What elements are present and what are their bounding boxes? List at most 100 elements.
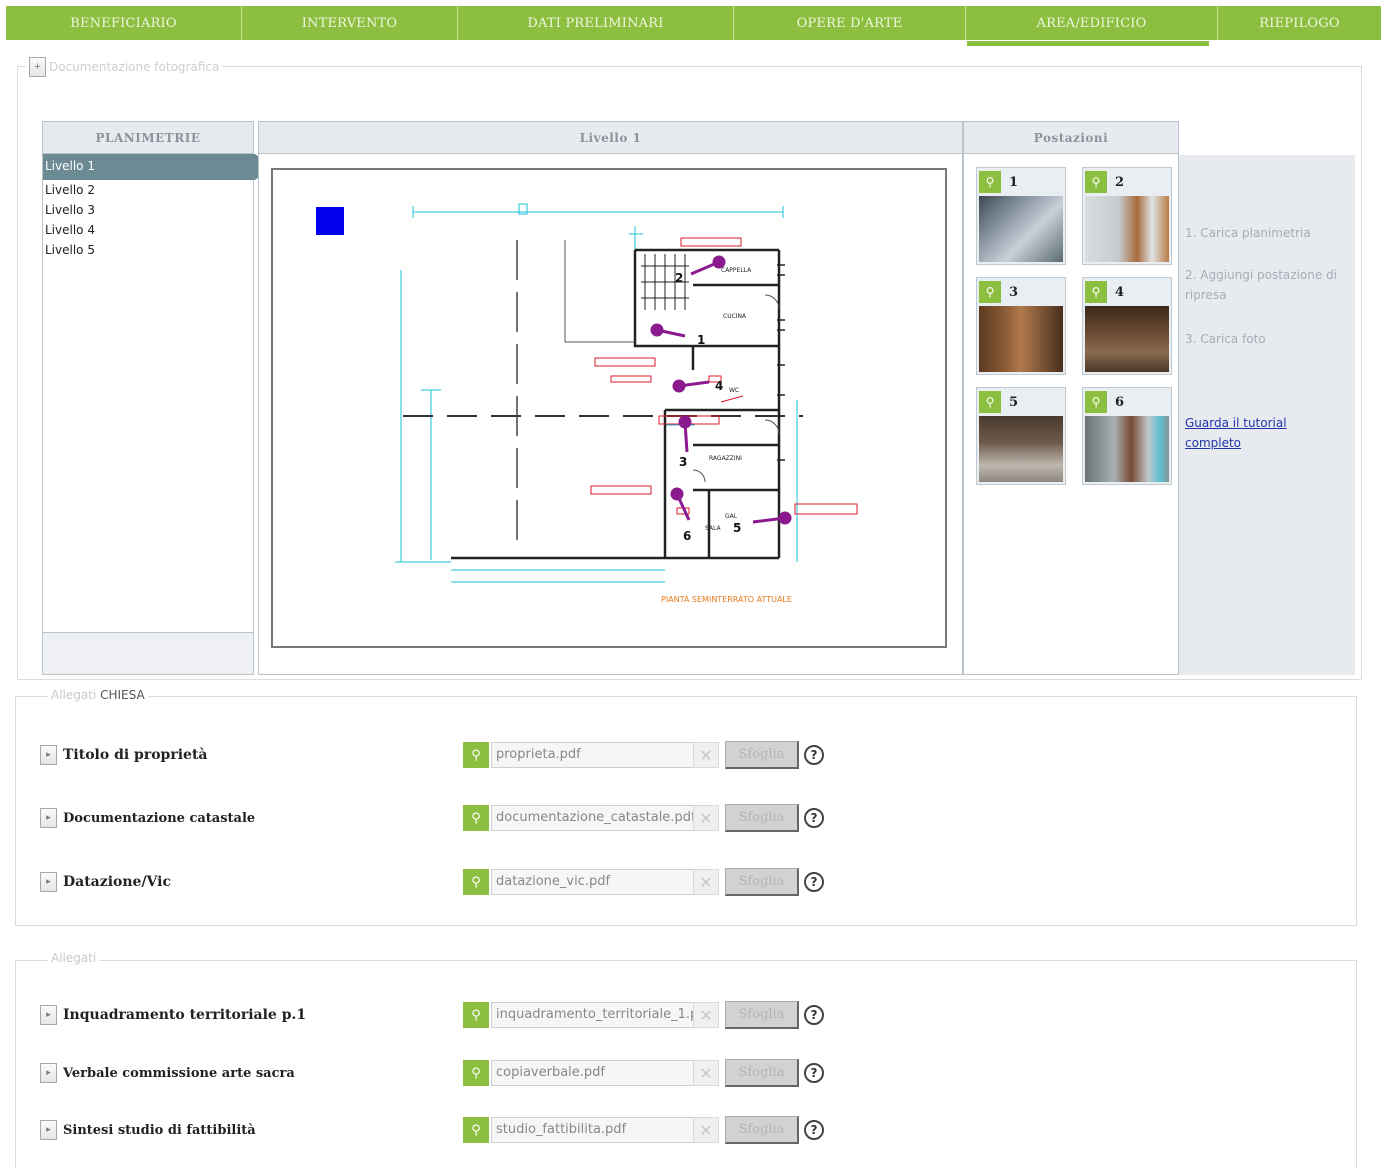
level-item[interactable]: Livello 1 — [43, 154, 272, 180]
expand-toggle-icon[interactable]: + — [29, 57, 46, 77]
browse-button[interactable]: Sfoglia — [725, 1116, 799, 1144]
zoom-icon[interactable]: ⚲ — [1085, 391, 1107, 413]
tab-dati-preliminari[interactable]: DATI PRELIMINARI — [458, 6, 734, 40]
attachment-label: Verbale commissione arte sacra — [63, 1065, 295, 1081]
tab-beneficiario[interactable]: BENEFICIARIO — [6, 6, 242, 40]
help-icon[interactable]: ? — [804, 1063, 824, 1083]
file-input[interactable]: datazione_vic.pdf — [491, 869, 719, 895]
room-label: CUCINA — [723, 313, 747, 320]
photo-documentation-legend: + Documentazione fotografica — [26, 56, 223, 78]
plans-footer — [43, 632, 253, 674]
positions-header: Postazioni — [964, 122, 1178, 154]
expand-arrow-icon[interactable]: ▸ — [40, 872, 57, 892]
view-file-icon[interactable]: ⚲ — [463, 1002, 489, 1028]
attachment-row: ▸ Titolo di proprietà — [40, 741, 207, 769]
expand-arrow-icon[interactable]: ▸ — [40, 808, 57, 828]
positions-panel: Postazioni ⚲ 1 ⚲ 2 ⚲ 3 ⚲ 4 ⚲ 5 ⚲ 6 — [963, 121, 1179, 675]
browse-button[interactable]: Sfoglia — [725, 741, 799, 769]
floor-plan-header: Livello 1 — [259, 122, 962, 154]
tutorial-link[interactable]: Guarda il tutorial completo — [1185, 413, 1315, 453]
clear-file-icon[interactable]: ✕ — [693, 742, 719, 768]
help-step-2: 2. Aggiungi postazione di ripresa — [1185, 268, 1338, 302]
browse-button[interactable]: Sfoglia — [725, 804, 799, 832]
help-icon[interactable]: ? — [804, 872, 824, 892]
attachment-row: ▸ Sintesi studio di fattibilità — [40, 1116, 256, 1144]
level-item[interactable]: Livello 2 — [43, 180, 253, 200]
help-icon[interactable]: ? — [804, 808, 824, 828]
floor-plan-drawing: CAPPELLA CUCINA WC RAGAZZINI GAL SALA 1 … — [395, 203, 858, 604]
plan-caption: PIANTA SEMINTERRATO ATTUALE — [661, 595, 792, 604]
level-item[interactable]: Livello 4 — [43, 220, 253, 240]
expand-arrow-icon[interactable]: ▸ — [40, 1063, 57, 1083]
help-step-3: 3. Carica foto — [1185, 332, 1266, 346]
marker-label: 5 — [733, 521, 741, 535]
help-icon[interactable]: ? — [804, 745, 824, 765]
position-photo — [1085, 416, 1169, 482]
tab-riepilogo[interactable]: RIEPILOGO — [1218, 6, 1381, 40]
view-file-icon[interactable]: ⚲ — [463, 869, 489, 895]
attachment-label: Titolo di proprietà — [63, 747, 208, 763]
expand-arrow-icon[interactable]: ▸ — [40, 1005, 57, 1025]
expand-arrow-icon[interactable]: ▸ — [40, 745, 57, 765]
zoom-icon[interactable]: ⚲ — [1085, 281, 1107, 303]
tab-intervento[interactable]: INTERVENTO — [242, 6, 458, 40]
view-file-icon[interactable]: ⚲ — [463, 742, 489, 768]
marker-label: 2 — [675, 271, 683, 285]
zoom-icon[interactable]: ⚲ — [979, 391, 1001, 413]
attachment-label: Datazione/Vic — [63, 874, 172, 890]
clear-file-icon[interactable]: ✕ — [693, 869, 719, 895]
browse-button[interactable]: Sfoglia — [725, 868, 799, 896]
zoom-icon[interactable]: ⚲ — [979, 171, 1001, 193]
view-file-icon[interactable]: ⚲ — [463, 1117, 489, 1143]
browse-button[interactable]: Sfoglia — [725, 1059, 799, 1087]
file-input[interactable]: inquadramento_territoriale_1.pdf — [491, 1002, 719, 1028]
position-thumbnail[interactable]: ⚲ 2 — [1082, 167, 1172, 265]
zoom-icon[interactable]: ⚲ — [1085, 171, 1107, 193]
file-input[interactable]: studio_fattibilita.pdf — [491, 1117, 719, 1143]
attachment-row: ▸ Inquadramento territoriale p.1 — [40, 1001, 306, 1029]
file-input[interactable]: proprieta.pdf — [491, 742, 719, 768]
room-label: SALA — [705, 525, 722, 532]
plans-panel: PLANIMETRIE Livello 1 Livello 2 Livello … — [42, 121, 272, 675]
zoom-icon[interactable]: ⚲ — [979, 281, 1001, 303]
position-thumbnail[interactable]: ⚲ 4 — [1082, 277, 1172, 375]
view-file-icon[interactable]: ⚲ — [463, 1060, 489, 1086]
browse-button[interactable]: Sfoglia — [725, 1001, 799, 1029]
help-icon[interactable]: ? — [804, 1120, 824, 1140]
position-thumbnail[interactable]: ⚲ 6 — [1082, 387, 1172, 485]
view-file-icon[interactable]: ⚲ — [463, 805, 489, 831]
position-thumbnail[interactable]: ⚲ 5 — [976, 387, 1066, 485]
top-navigation: BENEFICIARIO INTERVENTO DATI PRELIMINARI… — [6, 6, 1381, 40]
photo-documentation-title: Documentazione fotografica — [49, 60, 220, 74]
attachment-row: ▸ Verbale commissione arte sacra — [40, 1059, 295, 1087]
levels-list: Livello 1 Livello 2 Livello 3 Livello 4 … — [43, 154, 272, 260]
marker-label: 6 — [683, 529, 691, 543]
room-label: GAL — [725, 513, 738, 520]
level-item[interactable]: Livello 3 — [43, 200, 253, 220]
file-input[interactable]: copiaverbale.pdf — [491, 1060, 719, 1086]
position-photo — [979, 416, 1063, 482]
attachment-row: ▸ Documentazione catastale — [40, 804, 255, 832]
level-item[interactable]: Livello 5 — [43, 240, 253, 260]
marker-label: 4 — [715, 379, 723, 393]
position-thumbnail[interactable]: ⚲ 3 — [976, 277, 1066, 375]
clear-file-icon[interactable]: ✕ — [693, 805, 719, 831]
marker-label: 1 — [697, 333, 705, 347]
file-input[interactable]: documentazione_catastale.pdf — [491, 805, 719, 831]
marker-label: 3 — [679, 455, 687, 469]
file-field: ⚲ datazione_vic.pdf ✕ Sfoglia ? — [463, 868, 824, 896]
clear-file-icon[interactable]: ✕ — [693, 1117, 719, 1143]
tab-area-edificio[interactable]: AREA/EDIFICIO — [966, 6, 1218, 40]
clear-file-icon[interactable]: ✕ — [693, 1060, 719, 1086]
position-number: 6 — [1115, 394, 1125, 410]
attachments-legend: Allegati — [48, 951, 100, 965]
position-number: 5 — [1009, 394, 1019, 410]
position-thumbnail[interactable]: ⚲ 1 — [976, 167, 1066, 265]
attachment-label: Inquadramento territoriale p.1 — [63, 1007, 307, 1023]
expand-arrow-icon[interactable]: ▸ — [40, 1120, 57, 1140]
tab-opere-arte[interactable]: OPERE D'ARTE — [734, 6, 966, 40]
floor-plan-canvas[interactable]: CAPPELLA CUCINA WC RAGAZZINI GAL SALA 1 … — [271, 168, 947, 648]
help-icon[interactable]: ? — [804, 1005, 824, 1025]
clear-file-icon[interactable]: ✕ — [693, 1002, 719, 1028]
position-number: 4 — [1115, 284, 1125, 300]
